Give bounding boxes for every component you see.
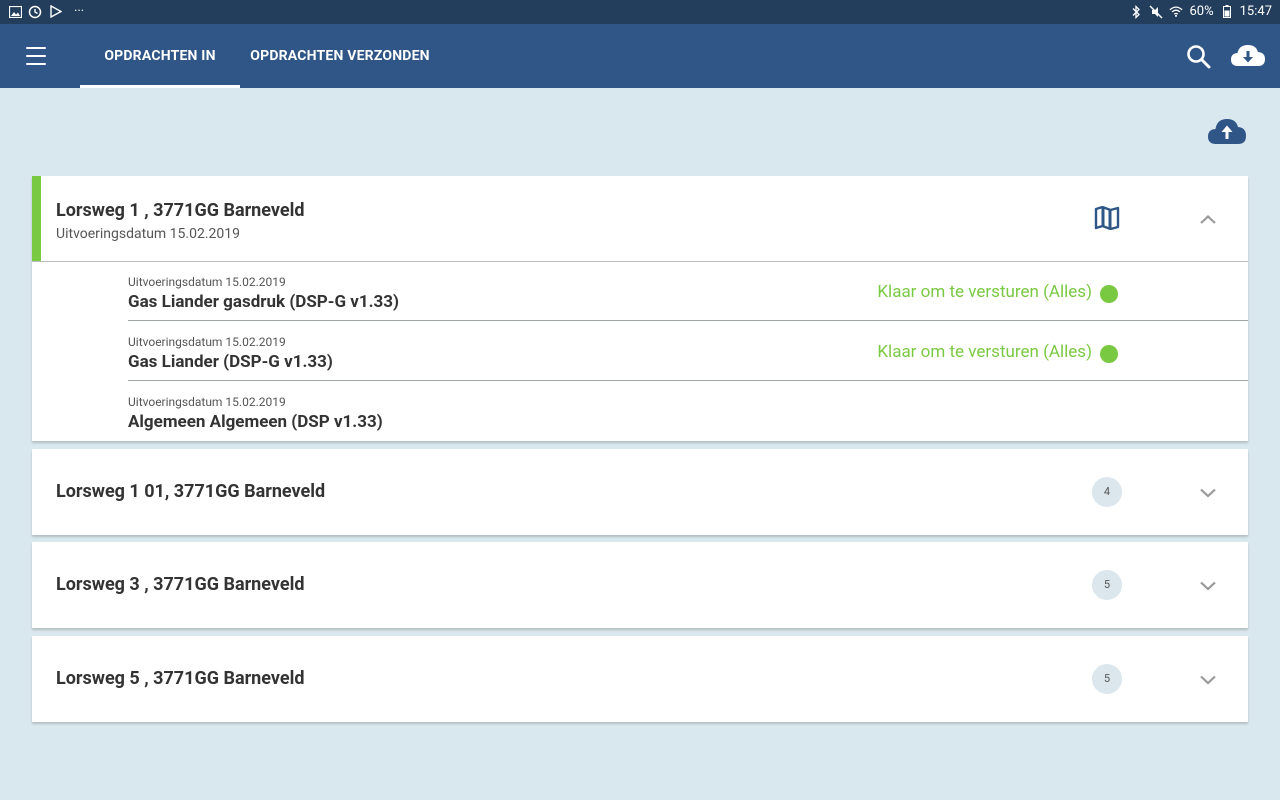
assignment-name: Algemeen Algemeen (DSP v1.33) [128,412,383,432]
location-subtitle: Uitvoeringsdatum 15.02.2019 [56,226,241,242]
status-dot [1100,285,1118,303]
status-bar-right: 60% 15:47 [1129,4,1272,19]
play-store-notification-icon [48,5,62,19]
bluetooth-icon [1129,4,1143,19]
more-notifications-indicator: ··· [74,4,85,19]
search-icon [1187,45,1211,69]
count-badge: 5 [1092,664,1122,694]
menu-icon-line [26,55,46,57]
clock: 15:47 [1239,4,1272,19]
location-card[interactable]: Lorsweg 1 01, 3771GG Barneveld 4 [32,449,1248,535]
search-button[interactable] [1186,44,1212,70]
chevron-down-icon [1200,488,1216,498]
cloud-download-icon [1231,45,1265,66]
assignment-row[interactable]: Uitvoeringsdatum 15.02.2019 Gas Liander … [128,321,1248,381]
status-bar: ··· 60% 15:47 [0,0,1280,24]
location-title: Lorsweg 1 01, 3771GG Barneveld [56,481,326,502]
cloud-upload-icon [1208,119,1246,144]
location-title: Lorsweg 3 , 3771GG Barneveld [56,574,305,595]
assignment-row[interactable]: Uitvoeringsdatum 15.02.2019 Gas Liander … [128,261,1248,321]
location-card[interactable]: Lorsweg 5 , 3771GG Barneveld 5 [32,636,1248,722]
status-dot [1100,345,1118,363]
assignment-date: Uitvoeringsdatum 15.02.2019 [128,275,286,289]
assignment-name: Gas Liander gasdruk (DSP-G v1.33) [128,292,400,312]
menu-icon [26,47,46,49]
battery-percentage: 60% [1189,4,1214,19]
location-header[interactable]: Lorsweg 1 , 3771GG Barneveld Uitvoerings… [32,176,1248,261]
tab-opdrachten-verzonden[interactable]: OPDRACHTEN VERZONDEN [240,24,440,88]
count-badge: 5 [1092,570,1122,600]
tab-opdrachten-in[interactable]: OPDRACHTEN IN [80,24,240,88]
chevron-down-icon [1200,581,1216,591]
wifi-icon [1169,5,1184,19]
location-card[interactable]: Lorsweg 3 , 3771GG Barneveld 5 [32,542,1248,628]
map-icon [1094,205,1120,231]
expand-button[interactable] [1198,485,1218,499]
cloud-download-button[interactable] [1230,42,1266,70]
chevron-up-icon [1200,214,1216,224]
location-title: Lorsweg 5 , 3771GG Barneveld [56,668,305,689]
app-bar: OPDRACHTEN IN OPDRACHTEN VERZONDEN [0,24,1280,88]
cloud-upload-button[interactable] [1207,116,1247,146]
sync-notification-icon [28,5,42,19]
expand-button[interactable] [1198,578,1218,592]
menu-icon-line [26,63,46,65]
assignment-status: Klaar om te versturen (Alles) [877,342,1092,362]
assignment-date: Uitvoeringsdatum 15.02.2019 [128,335,286,349]
expand-button[interactable] [1198,672,1218,686]
chevron-down-icon [1200,675,1216,685]
collapse-button[interactable] [1198,211,1218,225]
mute-icon [1149,5,1163,19]
assignment-row[interactable]: Uitvoeringsdatum 15.02.2019 Algemeen Alg… [128,381,1248,441]
assignment-name: Gas Liander (DSP-G v1.33) [128,352,333,372]
image-notification-icon [8,5,22,19]
menu-button[interactable] [20,44,52,68]
location-card: Lorsweg 1 , 3771GG Barneveld Uitvoerings… [32,176,1248,441]
location-title: Lorsweg 1 , 3771GG Barneveld [56,200,305,221]
status-bar-left: ··· [8,4,84,19]
battery-icon [1220,5,1234,19]
assignment-date: Uitvoeringsdatum 15.02.2019 [128,395,286,409]
assignment-status: Klaar om te versturen (Alles) [877,282,1092,302]
map-button[interactable] [1094,205,1120,231]
count-badge: 4 [1092,477,1122,507]
